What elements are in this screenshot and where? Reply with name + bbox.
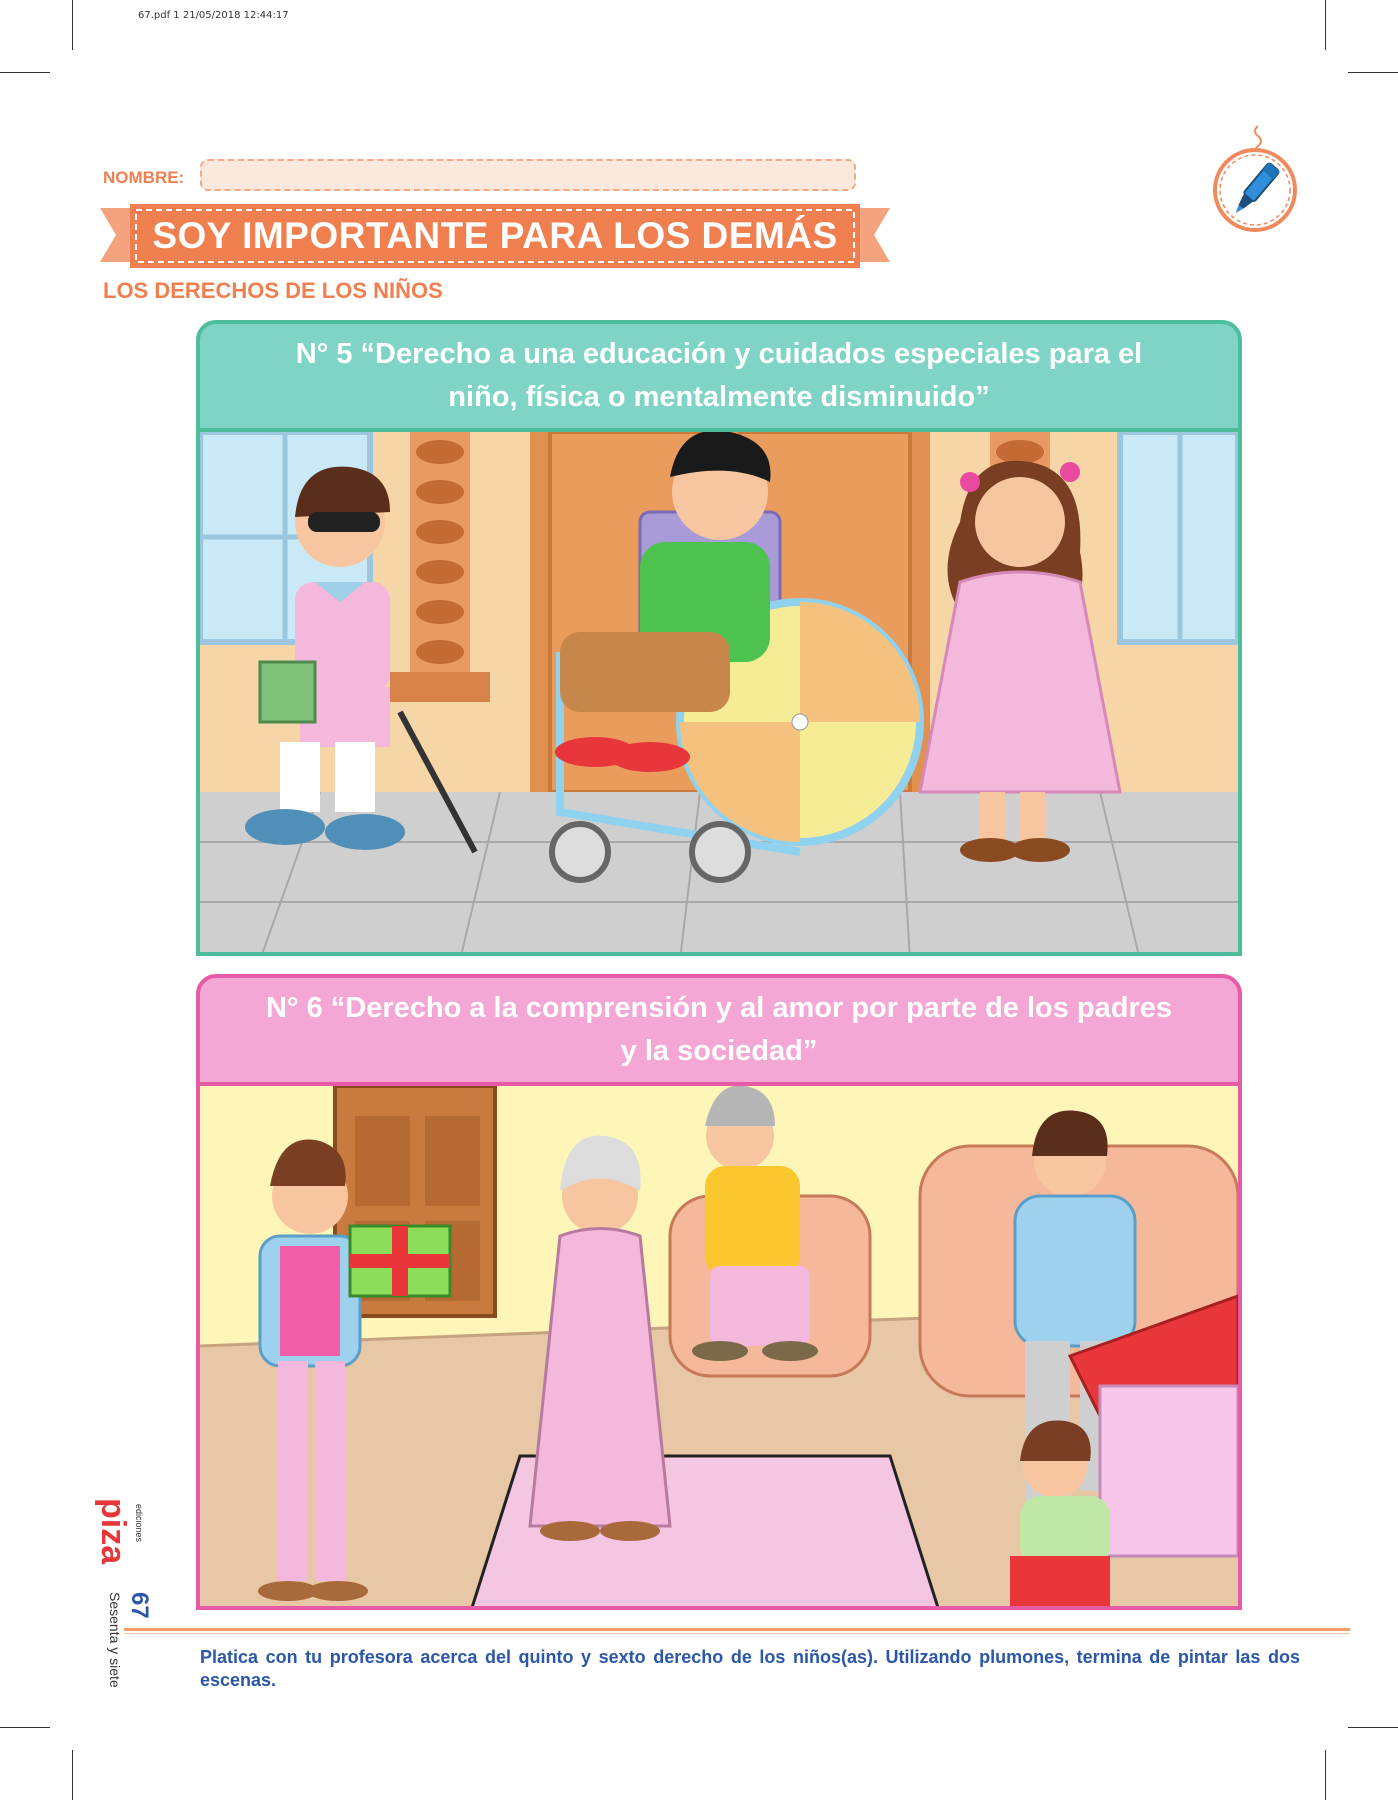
crop-mark (1325, 1750, 1326, 1800)
page-words: Sesenta y siete (107, 1592, 123, 1688)
crop-mark (1325, 0, 1326, 50)
right-6-heading: N° 6 “Derecho a la comprensión y al amor… (200, 978, 1238, 1082)
crop-mark (0, 72, 50, 73)
crop-mark (1348, 1727, 1398, 1728)
crop-mark (1348, 72, 1398, 73)
crop-mark (72, 0, 73, 50)
footer-divider (124, 1628, 1350, 1631)
section-subtitle: LOS DERECHOS DE LOS NIÑOS (103, 278, 443, 303)
page-title: SOY IMPORTANTE PARA LOS DEMÁS (152, 215, 838, 256)
title-banner: SOY IMPORTANTE PARA LOS DEMÁS (100, 198, 890, 274)
footer-divider-thin (124, 1633, 1350, 1634)
marker-badge (1203, 118, 1303, 238)
instructions-text: Platica con tu profesora acerca del quin… (200, 1647, 1300, 1690)
right-6-heading-line1: N° 6 “Derecho a la comprensión y al amor… (265, 992, 1173, 1024)
name-field[interactable] (200, 159, 856, 191)
right-6-panel: N° 6 “Derecho a la comprensión y al amor… (196, 974, 1242, 1610)
right-6-heading-line2: y la sociedad” (620, 1035, 818, 1067)
right-5-heading-line1: N° 5 “Derecho a una educación y cuidados… (295, 338, 1143, 370)
crop-mark (0, 1727, 50, 1728)
print-header: 67.pdf 1 21/05/2018 12:44:17 (138, 10, 289, 21)
right-5-panel: N° 5 “Derecho a una educación y cuidados… (196, 320, 1242, 956)
publisher-logo: piza (94, 1498, 132, 1565)
page-number: 67 (126, 1592, 153, 1619)
publisher-small: ediciones (134, 1504, 144, 1543)
side-branding: piza ediciones Sesenta y siete 67 (54, 1498, 304, 1688)
right-5-heading-line2: niño, física o mentalmente disminuido” (448, 381, 990, 413)
name-label: NOMBRE: (103, 168, 185, 187)
right-5-heading: N° 5 “Derecho a una educación y cuidados… (200, 324, 1238, 428)
crop-mark (72, 1750, 73, 1800)
school-scene-illustration (200, 428, 1238, 952)
family-scene-illustration (200, 1082, 1238, 1606)
